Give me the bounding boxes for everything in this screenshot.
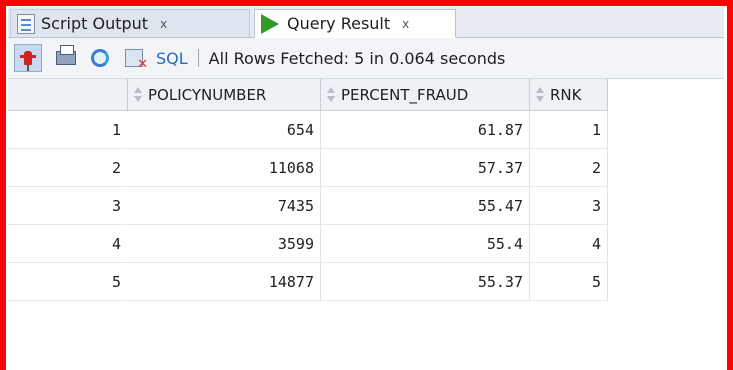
sort-icon[interactable] — [325, 86, 337, 103]
close-icon[interactable]: x — [402, 17, 409, 31]
toolbar-separator — [197, 49, 199, 67]
tab-strip: Script Output x Query Result x — [8, 7, 724, 38]
cell-percent-fraud[interactable]: 55.4 — [321, 225, 530, 263]
pin-button[interactable] — [14, 44, 42, 72]
cell-rnk[interactable]: 2 — [530, 149, 608, 187]
column-header-label: PERCENT_FRAUD — [341, 85, 469, 104]
print-icon — [56, 45, 76, 65]
refresh-button[interactable] — [86, 44, 114, 72]
row-number: 4 — [8, 225, 128, 263]
sort-icon[interactable] — [534, 86, 546, 103]
sort-icon[interactable] — [132, 86, 144, 103]
column-header-label: POLICYNUMBER — [148, 85, 267, 104]
row-number: 2 — [8, 149, 128, 187]
script-output-icon — [17, 13, 35, 34]
pin-icon — [20, 51, 36, 71]
cell-percent-fraud[interactable]: 55.47 — [321, 187, 530, 225]
row-number: 1 — [8, 111, 128, 149]
fetch-status: All Rows Fetched: 5 in 0.064 seconds — [208, 48, 506, 68]
cell-rnk[interactable]: 4 — [530, 225, 608, 263]
cell-percent-fraud[interactable]: 55.37 — [321, 263, 530, 301]
refresh-icon — [91, 49, 109, 67]
cell-policynumber[interactable]: 654 — [128, 111, 321, 149]
row-number: 3 — [8, 187, 128, 225]
column-header-label: RNK — [550, 85, 582, 104]
row-number: 5 — [8, 263, 128, 301]
close-icon[interactable]: x — [160, 17, 167, 31]
run-query-icon — [261, 13, 279, 34]
column-header-policynumber[interactable]: POLICYNUMBER — [128, 79, 321, 111]
cell-policynumber[interactable]: 3599 — [128, 225, 321, 263]
row-number-header — [8, 79, 128, 111]
cell-policynumber[interactable]: 14877 — [128, 263, 321, 301]
tab-script-output[interactable]: Script Output x — [10, 9, 250, 37]
cell-percent-fraud[interactable]: 61.87 — [321, 111, 530, 149]
cell-policynumber[interactable]: 11068 — [128, 149, 321, 187]
sql-link[interactable]: SQL — [156, 49, 188, 68]
print-button[interactable] — [52, 44, 80, 72]
cell-rnk[interactable]: 5 — [530, 263, 608, 301]
cancel-query-icon — [125, 49, 148, 72]
tab-query-result[interactable]: Query Result x — [254, 9, 456, 38]
cell-rnk[interactable]: 3 — [530, 187, 608, 225]
column-header-rnk[interactable]: RNK — [530, 79, 608, 111]
query-result-panel: Script Output x Query Result x SQL All R… — [8, 7, 724, 370]
cell-policynumber[interactable]: 7435 — [128, 187, 321, 225]
toolbar: SQL All Rows Fetched: 5 in 0.064 seconds — [8, 38, 724, 79]
cancel-query-button[interactable] — [120, 44, 148, 72]
cell-percent-fraud[interactable]: 57.37 — [321, 149, 530, 187]
tab-label: Query Result — [287, 14, 391, 33]
tab-label: Script Output — [41, 14, 149, 33]
column-header-percent-fraud[interactable]: PERCENT_FRAUD — [321, 79, 530, 111]
cell-rnk[interactable]: 1 — [530, 111, 608, 149]
